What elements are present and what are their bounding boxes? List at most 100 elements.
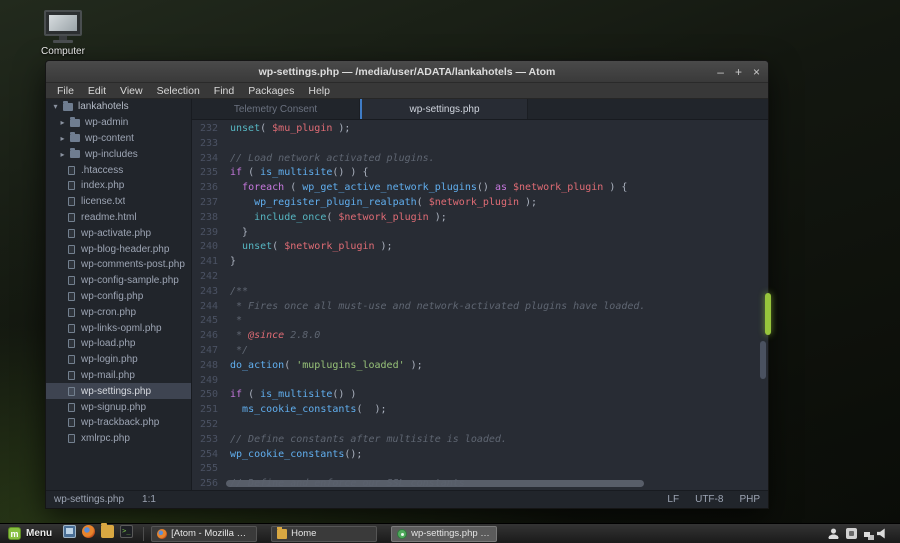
editor-pane: Telemetry Consent wp-settings.php 232 unse… [192,99,768,490]
tree-folder-wp-includes[interactable]: ▸ wp-includes [46,146,191,162]
tree-file-label: license.txt [81,196,126,208]
volume-icon[interactable] [877,528,885,539]
tree-file-wp-config-sample-php[interactable]: wp-config-sample.php [46,273,191,289]
line-number: 232 [199,123,218,134]
code-line: 233 [192,137,768,152]
tree-file-wp-cron-php[interactable]: wp-cron.php [46,304,191,320]
tree-root-lankahotels[interactable]: ▾ lankahotels [46,99,191,115]
code-editor[interactable]: 232 unset( $mu_plugin ); 233 234// Load net… [192,120,768,490]
tree-file-label: .htaccess [81,164,124,176]
line-number: 253 [199,433,218,445]
tree-file-wp-mail-php[interactable]: wp-mail.php [46,368,191,384]
tree-folder-wp-content[interactable]: ▸ wp-content [46,131,191,147]
close-icon[interactable]: × [753,66,760,78]
taskbar-window-home[interactable]: Home [271,525,378,542]
tree-file-wp-config-php[interactable]: wp-config.php [46,289,191,305]
folder-icon [70,116,80,127]
tree-file-wp-comments-post-php[interactable]: wp-comments-post.php [46,257,191,273]
minimize-icon[interactable]: – [717,66,724,78]
code-line: 240 unset( $network_plugin ); [192,240,768,255]
menu-file[interactable]: File [50,83,81,99]
folder-icon [277,526,288,539]
maximize-icon[interactable]: + [735,66,742,78]
taskbar-window-atom-mozilla-firef[interactable]: [Atom - Mozilla Firef... [151,525,258,542]
menu-packages[interactable]: Packages [241,83,301,99]
code-line: 249 [192,374,768,389]
tree-file-license-txt[interactable]: license.txt [46,194,191,210]
menu-button[interactable]: m Menu [6,524,60,543]
system-tray [828,528,894,539]
menu-find[interactable]: Find [207,83,241,99]
tree-file-wp-blog-header-php[interactable]: wp-blog-header.php [46,241,191,257]
status-bar: wp-settings.php 1:1 LF UTF-8 PHP [46,490,768,508]
taskbar: m Menu [Atom - Mozilla Firef... Home wp-se… [0,522,900,543]
tree-file-wp-activate-php[interactable]: wp-activate.php [46,225,191,241]
statusbar-filename: wp-settings.php [54,494,125,505]
tree-file-xmlrpc-php[interactable]: xmlrpc.php [46,431,191,447]
code-line: 255 [192,462,768,477]
tree-file-label: xmlrpc.php [81,433,130,445]
line-number: 234 [199,152,218,164]
taskbar-window-label: [Atom - Mozilla Firef... [171,528,251,539]
tree-file-label: wp-blog-header.php [81,243,170,255]
horizontal-scrollbar[interactable] [226,480,644,487]
tree-file-wp-settings-php[interactable]: wp-settings.php [46,383,191,400]
window-controls: – + × [717,61,760,82]
firefox-icon [157,528,168,539]
menu-help[interactable]: Help [301,83,337,99]
code-line: 234// Load network activated plugins. [192,152,768,167]
firefox-icon[interactable] [82,524,96,538]
line-number: 243 [199,285,218,297]
user-icon[interactable] [828,528,839,539]
vertical-scrollbar[interactable] [760,341,766,379]
tree-folder-label: wp-content [85,132,134,144]
tree-file-readme-html[interactable]: readme.html [46,210,191,226]
computer-icon-label: Computer [41,46,85,57]
tree-file-wp-login-php[interactable]: wp-login.php [46,352,191,368]
line-number: 239 [199,226,218,238]
atom-window: wp-settings.php — /media/user/ADATA/lank… [45,60,769,509]
chevron-down-icon: ▾ [53,102,58,112]
menubar: File Edit View Selection Find Packages Help [46,83,768,99]
cursor-position[interactable]: 1:1 [142,494,156,505]
line-ending-indicator[interactable]: LF [667,494,679,505]
taskbar-window-wp-settings-php[interactable]: wp-settings.php — /... [391,525,498,542]
file-icon [68,370,75,380]
tree-view-sidebar[interactable]: ▾ lankahotels ▸ wp-admin ▸ wp-content ▸ wp-incl… [46,99,192,490]
menu-view[interactable]: View [113,83,150,99]
tree-file-wp-load-php[interactable]: wp-load.php [46,336,191,352]
computer-icon [44,10,82,36]
tree-file-label: wp-trackback.php [81,417,160,429]
encoding-indicator[interactable]: UTF-8 [695,494,723,505]
removable-drive-icon[interactable] [846,528,857,539]
grammar-indicator[interactable]: PHP [739,494,760,505]
network-icon[interactable] [864,532,870,537]
file-icon [68,434,75,444]
show-desktop-icon[interactable] [63,524,77,538]
code-line: 237 wp_register_plugin_realpath( $networ… [192,196,768,211]
code-line: 239 } [192,226,768,241]
menu-edit[interactable]: Edit [81,83,113,99]
tab-wp-settings-php[interactable]: wp-settings.php [360,99,528,119]
tree-file-wp-signup-php[interactable]: wp-signup.php [46,399,191,415]
tree-file-wp-trackback-php[interactable]: wp-trackback.php [46,415,191,431]
taskbar-window-label: Home [291,528,317,539]
file-icon [68,418,75,428]
chevron-right-icon: ▸ [60,118,65,128]
code-line: 238 include_once( $network_plugin ); [192,211,768,226]
tree-folder-wp-admin[interactable]: ▸ wp-admin [46,115,191,131]
file-icon [68,402,75,412]
titlebar[interactable]: wp-settings.php — /media/user/ADATA/lank… [46,61,768,83]
tree-file-label: readme.html [81,211,137,223]
tree-file-htaccess[interactable]: .htaccess [46,162,191,178]
tab-telemetry-consent[interactable]: Telemetry Consent [192,99,360,119]
tree-file-index-php[interactable]: index.php [46,178,191,194]
menu-selection[interactable]: Selection [150,83,207,99]
terminal-icon[interactable] [120,524,134,538]
tree-file-wp-links-opml-php[interactable]: wp-links-opml.php [46,320,191,336]
tree-root-label: lankahotels [78,101,129,113]
files-icon[interactable] [101,522,115,538]
line-number: 255 [199,463,218,475]
line-number: 235 [199,167,218,179]
computer-desktop-icon[interactable]: Computer [34,10,92,57]
